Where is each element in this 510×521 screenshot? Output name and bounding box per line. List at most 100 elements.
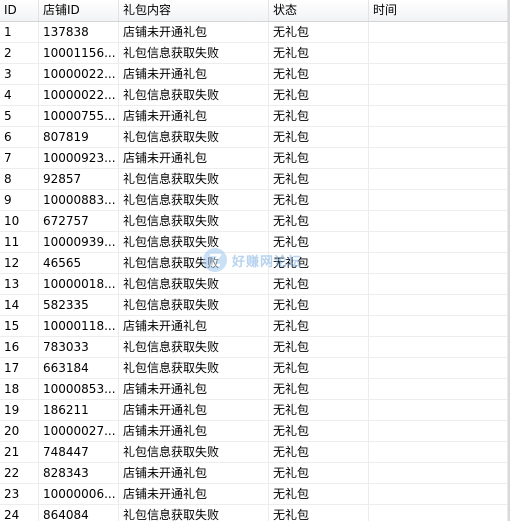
cell-time	[369, 463, 508, 483]
cell-time	[369, 442, 508, 462]
cell-status: 无礼包	[269, 421, 369, 441]
table-row[interactable]: 19 186211 店铺未开通礼包 无礼包	[0, 400, 510, 421]
cell-time	[369, 127, 508, 147]
cell-shop-id: 10000018...	[39, 274, 119, 294]
cell-id: 12	[0, 253, 39, 273]
cell-status: 无礼包	[269, 337, 369, 357]
cell-status: 无礼包	[269, 400, 369, 420]
cell-id: 18	[0, 379, 39, 399]
cell-id: 16	[0, 337, 39, 357]
cell-shop-id: 807819	[39, 127, 119, 147]
cell-gift-content: 礼包信息获取失败	[119, 505, 269, 521]
cell-id: 13	[0, 274, 39, 294]
cell-shop-id: 186211	[39, 400, 119, 420]
column-header-id[interactable]: ID	[0, 0, 39, 21]
cell-id: 17	[0, 358, 39, 378]
cell-id: 6	[0, 127, 39, 147]
cell-shop-id: 137838	[39, 22, 119, 42]
column-header-status[interactable]: 状态	[269, 0, 369, 21]
cell-time	[369, 64, 508, 84]
cell-status: 无礼包	[269, 484, 369, 504]
cell-id: 10	[0, 211, 39, 231]
cell-gift-content: 店铺未开通礼包	[119, 379, 269, 399]
column-header-gift-content[interactable]: 礼包内容	[119, 0, 269, 21]
table-row[interactable]: 15 10000118... 店铺未开通礼包 无礼包	[0, 316, 510, 337]
cell-time	[369, 337, 508, 357]
table-row[interactable]: 14 582335 礼包信息获取失败 无礼包	[0, 295, 510, 316]
cell-gift-content: 店铺未开通礼包	[119, 148, 269, 168]
table-row[interactable]: 11 10000939... 礼包信息获取失败 无礼包	[0, 232, 510, 253]
cell-status: 无礼包	[269, 295, 369, 315]
table-row[interactable]: 6 807819 礼包信息获取失败 无礼包	[0, 127, 510, 148]
cell-status: 无礼包	[269, 85, 369, 105]
table-row[interactable]: 2 10001156... 礼包信息获取失败 无礼包	[0, 43, 510, 64]
cell-id: 20	[0, 421, 39, 441]
cell-time	[369, 169, 508, 189]
cell-gift-content: 店铺未开通礼包	[119, 106, 269, 126]
grid-body: 1 137838 店铺未开通礼包 无礼包 2 10001156... 礼包信息获取失败 无礼包…	[0, 22, 510, 521]
cell-status: 无礼包	[269, 43, 369, 63]
cell-time	[369, 400, 508, 420]
cell-id: 5	[0, 106, 39, 126]
table-row[interactable]: 13 10000018... 礼包信息获取失败 无礼包	[0, 274, 510, 295]
table-row[interactable]: 21 748447 礼包信息获取失败 无礼包	[0, 442, 510, 463]
cell-id: 1	[0, 22, 39, 42]
cell-status: 无礼包	[269, 232, 369, 252]
cell-status: 无礼包	[269, 106, 369, 126]
cell-time	[369, 43, 508, 63]
data-grid: ID 店铺ID 礼包内容 状态 时间 1 137838 店铺未开通礼包 无礼包 2 100…	[0, 0, 510, 521]
cell-shop-id: 783033	[39, 337, 119, 357]
cell-status: 无礼包	[269, 253, 369, 273]
column-header-time[interactable]: 时间	[369, 0, 508, 21]
table-row[interactable]: 3 10000022... 店铺未开通礼包 无礼包	[0, 64, 510, 85]
cell-shop-id: 864084	[39, 505, 119, 521]
cell-shop-id: 10000118...	[39, 316, 119, 336]
table-row[interactable]: 17 663184 礼包信息获取失败 无礼包	[0, 358, 510, 379]
cell-shop-id: 46565	[39, 253, 119, 273]
table-row[interactable]: 16 783033 礼包信息获取失败 无礼包	[0, 337, 510, 358]
table-row[interactable]: 1 137838 店铺未开通礼包 无礼包	[0, 22, 510, 43]
cell-gift-content: 礼包信息获取失败	[119, 442, 269, 462]
table-row[interactable]: 22 828343 店铺未开通礼包 无礼包	[0, 463, 510, 484]
cell-gift-content: 礼包信息获取失败	[119, 190, 269, 210]
table-row[interactable]: 24 864084 礼包信息获取失败 无礼包	[0, 505, 510, 521]
cell-time	[369, 484, 508, 504]
cell-gift-content: 礼包信息获取失败	[119, 169, 269, 189]
cell-id: 21	[0, 442, 39, 462]
cell-gift-content: 店铺未开通礼包	[119, 421, 269, 441]
cell-time	[369, 106, 508, 126]
cell-time	[369, 22, 508, 42]
cell-gift-content: 礼包信息获取失败	[119, 337, 269, 357]
table-row[interactable]: 9 10000883... 礼包信息获取失败 无礼包	[0, 190, 510, 211]
cell-shop-id: 10000853...	[39, 379, 119, 399]
cell-id: 24	[0, 505, 39, 521]
cell-shop-id: 10000923...	[39, 148, 119, 168]
cell-time	[369, 148, 508, 168]
cell-status: 无礼包	[269, 274, 369, 294]
cell-time	[369, 316, 508, 336]
cell-status: 无礼包	[269, 463, 369, 483]
cell-time	[369, 274, 508, 294]
cell-status: 无礼包	[269, 211, 369, 231]
cell-shop-id: 10000883...	[39, 190, 119, 210]
table-row[interactable]: 4 10000022... 礼包信息获取失败 无礼包	[0, 85, 510, 106]
cell-status: 无礼包	[269, 358, 369, 378]
cell-id: 7	[0, 148, 39, 168]
cell-status: 无礼包	[269, 442, 369, 462]
table-row[interactable]: 23 10000006... 店铺未开通礼包 无礼包	[0, 484, 510, 505]
table-row[interactable]: 10 672757 礼包信息获取失败 无礼包	[0, 211, 510, 232]
table-row[interactable]: 12 46565 礼包信息获取失败 无礼包	[0, 253, 510, 274]
cell-time	[369, 379, 508, 399]
table-row[interactable]: 5 10000755... 店铺未开通礼包 无礼包	[0, 106, 510, 127]
table-row[interactable]: 18 10000853... 店铺未开通礼包 无礼包	[0, 379, 510, 400]
table-row[interactable]: 20 10000027... 店铺未开通礼包 无礼包	[0, 421, 510, 442]
table-row[interactable]: 8 92857 礼包信息获取失败 无礼包	[0, 169, 510, 190]
cell-gift-content: 礼包信息获取失败	[119, 211, 269, 231]
cell-status: 无礼包	[269, 505, 369, 521]
cell-status: 无礼包	[269, 169, 369, 189]
cell-id: 15	[0, 316, 39, 336]
table-row[interactable]: 7 10000923... 店铺未开通礼包 无礼包	[0, 148, 510, 169]
column-header-shop-id[interactable]: 店铺ID	[39, 0, 119, 21]
cell-status: 无礼包	[269, 190, 369, 210]
cell-gift-content: 店铺未开通礼包	[119, 463, 269, 483]
